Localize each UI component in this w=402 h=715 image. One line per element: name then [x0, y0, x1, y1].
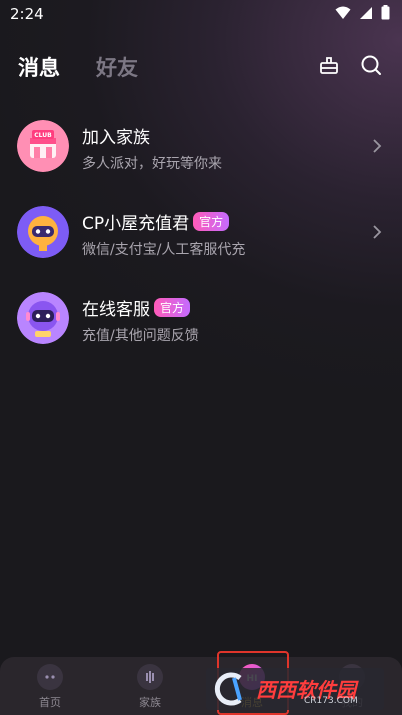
- battery-icon: [381, 5, 390, 20]
- nav-family[interactable]: 家族: [120, 657, 180, 715]
- official-badge: 官方: [193, 212, 230, 231]
- list-item-recharge[interactable]: CP小屋充值君 官方 微信/支付宝/人工客服代充: [0, 196, 402, 276]
- header: 消息 好友: [0, 48, 402, 88]
- title-row: CP小屋充值君 官方: [82, 209, 230, 234]
- item-title: 在线客服: [82, 300, 150, 320]
- tab-friends[interactable]: 好友: [96, 52, 138, 82]
- club-sign-text: CLUB: [34, 132, 52, 139]
- item-title: CP小屋充值君: [82, 214, 190, 234]
- list-item-join-family[interactable]: CLUB 加入家族 多人派对，好玩等你来: [0, 110, 402, 190]
- status-icons: [335, 5, 390, 20]
- chevron-right-icon: [372, 224, 382, 244]
- watermark-logo-icon: [210, 672, 254, 710]
- family-icon: [137, 664, 163, 690]
- list-item-customer-service[interactable]: 在线客服 官方 充值/其他问题反馈: [0, 282, 402, 362]
- wifi-icon: [335, 6, 351, 20]
- official-badge: 官方: [154, 298, 191, 317]
- tab-messages[interactable]: 消息: [18, 52, 60, 82]
- nav-family-label: 家族: [139, 696, 161, 709]
- nav-home-label: 首页: [39, 696, 61, 709]
- title-row: 在线客服 官方: [82, 295, 191, 320]
- watermark-subtext: CR173.COM: [304, 696, 358, 706]
- signal-icon: [359, 6, 373, 20]
- item-subtitle: 多人派对，好玩等你来: [82, 156, 222, 172]
- nav-home[interactable]: 首页: [20, 657, 80, 715]
- item-subtitle: 充值/其他问题反馈: [82, 328, 199, 344]
- title-row: 加入家族: [82, 123, 150, 148]
- clean-icon[interactable]: [318, 54, 340, 80]
- search-icon[interactable]: [360, 54, 382, 80]
- club-avatar: CLUB: [17, 120, 69, 172]
- home-icon: [37, 664, 63, 690]
- robot-avatar: [17, 206, 69, 258]
- status-bar: 2:24: [0, 0, 402, 28]
- item-subtitle: 微信/支付宝/人工客服代充: [82, 242, 246, 258]
- service-robot-avatar: [17, 292, 69, 344]
- chevron-right-icon: [372, 138, 382, 158]
- watermark: 西西软件园 CR173.COM: [206, 668, 384, 710]
- item-title: 加入家族: [82, 128, 150, 148]
- status-time: 2:24: [10, 5, 44, 23]
